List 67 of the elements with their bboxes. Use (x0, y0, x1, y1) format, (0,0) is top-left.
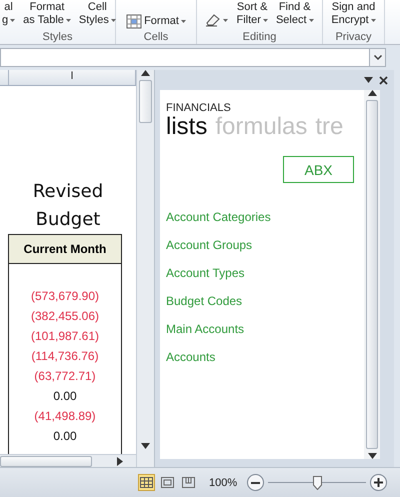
list-link[interactable]: Account Categories (166, 208, 358, 227)
value-cell-text: (63,772.71) (34, 368, 96, 385)
pivot-tab[interactable]: lists (166, 112, 208, 142)
page-icon (161, 477, 174, 488)
sheet-title: Budget (36, 208, 100, 232)
scroll-right-icon[interactable] (116, 456, 124, 466)
dropdown-icon[interactable] (364, 77, 373, 83)
caret-icon (10, 19, 16, 22)
caret-icon (370, 19, 376, 22)
caret-icon (262, 19, 268, 22)
view-button[interactable] (138, 474, 155, 491)
zoom-out-button[interactable] (247, 474, 264, 491)
view-button[interactable] (180, 474, 197, 491)
view-button[interactable] (159, 474, 176, 491)
scroll-thumb[interactable] (139, 80, 152, 123)
expand-button[interactable] (369, 49, 385, 66)
ribbon-button[interactable]: al g (0, 1, 18, 27)
caret-icon (180, 20, 186, 22)
list-link[interactable]: Budget Codes (166, 292, 358, 311)
sheet-title: Revised (32, 180, 104, 204)
list-link[interactable]: Main Accounts (166, 320, 358, 339)
format-button[interactable]: Format (124, 13, 188, 29)
zoom-in-button[interactable] (370, 474, 388, 491)
scroll-thumb[interactable] (366, 100, 378, 449)
scroll-down-icon[interactable] (141, 443, 150, 449)
grid-icon (140, 477, 153, 488)
ribbon-button[interactable]: Cell Styles (76, 1, 118, 27)
scroll-up-icon[interactable] (368, 90, 376, 96)
value-cell-text: 0.00 (53, 388, 77, 405)
zoom-slider[interactable] (268, 476, 366, 490)
abx-button[interactable]: ABX (283, 156, 354, 183)
value-cell-text: (382,455.06) (30, 308, 100, 325)
value-cell-text: (41,498.89) (34, 408, 96, 425)
list-link[interactable]: Accounts (166, 348, 358, 367)
chevron-down-icon (374, 55, 382, 60)
eraser-icon (205, 13, 222, 27)
scroll-thumb[interactable] (0, 456, 92, 466)
value-cell-text: (573,679.90) (30, 288, 100, 305)
caret-icon (308, 19, 314, 22)
caret-icon (66, 19, 71, 22)
format-cells-icon (126, 13, 142, 29)
section-label: FINANCIALS (166, 102, 232, 114)
clear-button[interactable] (203, 13, 230, 27)
list-link[interactable]: Account Groups (166, 236, 358, 255)
value-cell-text: 0.00 (53, 428, 77, 445)
close-icon[interactable] (379, 76, 388, 84)
ribbon-button[interactable]: Sort & Filter (234, 1, 270, 27)
ribbon-button[interactable]: Find & Select (274, 1, 316, 27)
group-label: Cells (142, 31, 170, 44)
page-break-icon (182, 477, 195, 488)
group-label: Styles (42, 31, 74, 44)
value-cell-text: (101,987.61) (30, 328, 100, 345)
slider-thumb[interactable] (313, 476, 322, 490)
list-link[interactable]: Account Types (166, 264, 358, 283)
scroll-down-icon[interactable] (368, 453, 376, 459)
header-cell: Current Month (8, 234, 122, 264)
caret-icon (223, 18, 228, 22)
formula-field[interactable] (0, 48, 386, 67)
caret-icon (110, 19, 116, 22)
plus-icon (374, 478, 384, 487)
ribbon-button[interactable]: Format as Table (21, 1, 73, 27)
value-cell-text: (114,736.76) (31, 348, 99, 365)
ribbon-button[interactable]: Sign and Encrypt (329, 1, 378, 27)
group-label: Privacy (334, 31, 373, 44)
zoom-level: 100% (209, 476, 238, 488)
group-label: Editing (242, 31, 278, 44)
minus-icon (251, 482, 260, 484)
